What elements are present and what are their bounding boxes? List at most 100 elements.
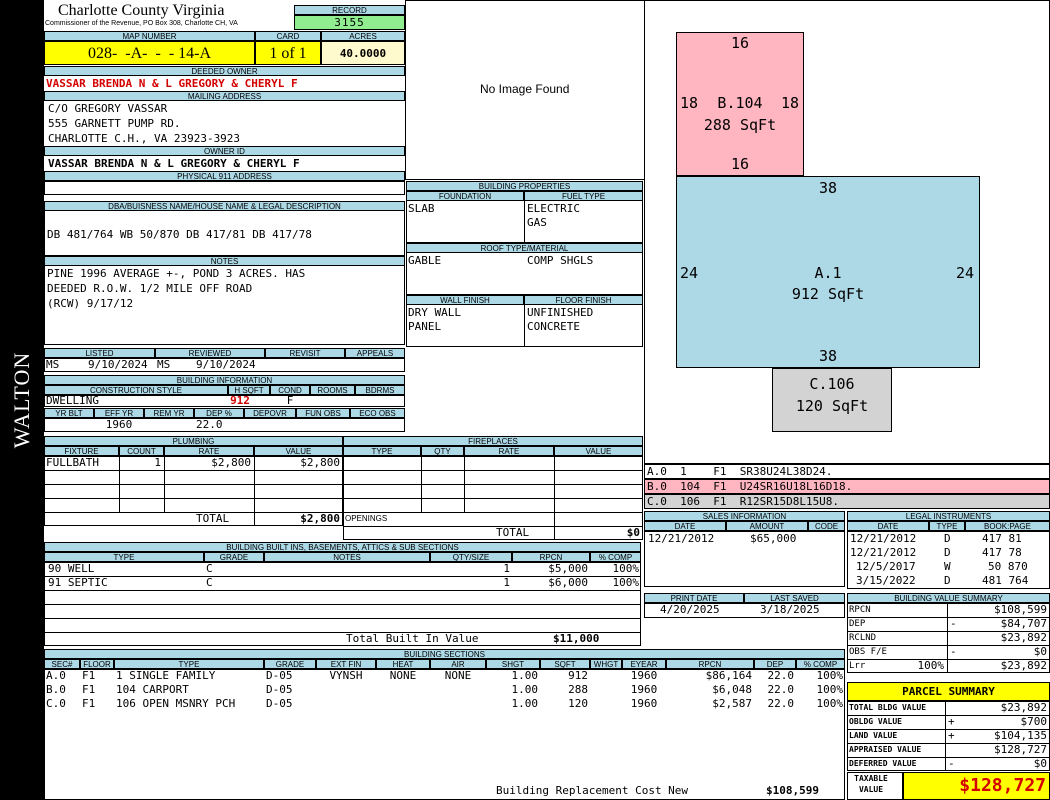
floor-finish-2: CONCRETE [527,320,580,333]
deeded-owner-label: DEEDED OWNER [44,66,405,76]
section-row-2-type: 106 OPEN MSNRY PCH [116,697,236,710]
reviewed-date: 9/10/2024 [196,358,256,371]
builtins-rowline-5 [44,632,641,633]
depreciation-pct: 22.0 [196,418,223,431]
legal-type-2: D [944,546,951,559]
sections-col-12: DEP [754,659,796,669]
section-row-1-sqft: 288 [568,683,588,696]
sketch-code-c: C.0 106 F1 R12SR15D8L15U8. [644,494,1050,509]
effective-year: 1960 [105,418,133,431]
builtins-rowline-1 [44,576,641,577]
section-row-1-shgt: 1.00 [511,683,539,696]
sales-amount: $65,000 [750,532,797,545]
vs-value-5: $23,892 [1000,659,1047,672]
fp-col-value: VALUE [554,446,643,456]
plumbing-rowline-1 [44,470,343,471]
section-row-2-floor: F1 [82,697,96,710]
section-row-1-dep: 22.0 [767,683,795,696]
sections-col-10: EYEAR [622,659,666,669]
mailing-label: MAILING ADDRESS [44,91,405,101]
bi-col-effyr: EFF YR [94,408,144,418]
builtins-label: BUILDING BUILT INS, BASEMENTS, ATTICS & … [44,542,641,552]
section-row-1-sec: B.0 [46,683,66,696]
section-row-0-heat: NONE [389,669,417,682]
sales-label: SALES INFORMATION [644,511,845,521]
section-row-2-eyear: 1960 [630,697,658,710]
plumbing-col-rate: RATE [164,446,254,456]
c106-sqft: 120 SqFt [795,397,869,415]
card-label: CARD [255,31,321,41]
notes-box [44,266,405,345]
a1-sqft: 912 SqFt [791,285,865,303]
bi-col-depovr: DEPOVR [244,408,296,418]
county-subtitle: Commissioner of the Revenue, PO Box 308,… [45,20,238,27]
parcel-label-4: APPRAISED VALUE [849,745,922,754]
print-date-label: PRINT DATE [644,593,744,603]
builtins-col-grade: GRADE [204,552,264,562]
bi-col-ecoobs: ECO OBS [350,408,405,418]
legal-col-date: DATE [847,521,929,531]
building-info-label: BUILDING INFORMATION [44,375,405,385]
builtins-col-notes: NOTES [264,552,430,562]
value-summary-label: BUILDING VALUE SUMMARY [847,593,1050,603]
builtins-col-rpcn: RPCN [512,552,590,562]
record-label: RECORD [294,5,405,15]
fp-col-rate: RATE [464,446,554,456]
sales-col-amount: AMOUNT [726,521,808,531]
roof-box [406,252,643,295]
mailing-line-1: C/O GREGORY VASSAR [48,102,168,115]
heated-sqft: 912 [230,394,250,407]
sketch-code-a: A.0 1 F1 SR38U24L38D24. [644,464,1050,479]
sales-col-code: CODE [808,521,845,531]
section-row-0-shgt: 1.00 [511,669,539,682]
section-row-1-grade: D-05 [266,683,293,696]
listed-date: 9/10/2024 [88,358,148,371]
section-row-2-sqft: 120 [568,697,588,710]
deeded-owner: VASSAR BRENDA N & L GREGORY & CHERYL F [46,77,298,90]
sections-col-8: SQFT [540,659,590,669]
plumbing-value: $2,800 [300,456,340,469]
section-row-0-air: NONE [444,669,472,682]
sections-col-0: SEC# [44,659,80,669]
fp-col-type: TYPE [343,446,421,456]
fp-total-label: TOTAL [496,526,530,539]
finish-divider [524,304,525,347]
bi-col-bdrms: BDRMS [355,385,405,395]
map-label: MAP NUMBER [44,31,255,41]
plumbing-col-fixture: FIXTURE [44,446,119,456]
plumbing-total: $2,800 [300,512,340,525]
wall-finish-2: PANEL [408,320,442,333]
taxable-value: $128,727 [903,772,1050,800]
owner-id-label: OWNER ID [44,146,405,156]
section-row-0-grade: D-05 [266,669,293,682]
floor-finish-1: UNFINISHED [527,306,594,319]
vs-label-3: RCLND [849,633,877,643]
vs-label-5: Lrr [849,661,866,671]
legal-book-1: 417 81 [982,532,1022,545]
sections-col-7: SHGT [486,659,540,669]
physical-address-label: PHYSICAL 911 ADDRESS [44,171,405,181]
vs-label-2: DEP [849,619,866,629]
sections-col-11: RPCN [666,659,754,669]
replacement-cost: $108,599 [766,784,819,797]
last-saved-label: LAST SAVED [744,593,845,603]
vs-label-4: OBS F/E [849,647,887,657]
owner-id: VASSAR BRENDA N & L GREGORY & CHERYL F [48,157,300,170]
section-row-1-rpcn: $6,048 [712,683,752,696]
bi-col-yrblt: YR BLT [44,408,94,418]
replacement-cost-label: Building Replacement Cost New [496,784,689,797]
section-row-2-dep: 22.0 [767,697,795,710]
print-date: 4/20/2025 [660,603,720,616]
section-row-2-sec: C.0 [46,697,66,710]
reviewed-label: REVIEWED [155,348,265,358]
builtins-rowline-4 [44,618,641,619]
section-row-0-rpcn: $86,164 [705,669,752,682]
appeals-label: APPEALS [345,348,405,358]
fireplaces-label: FIREPLACES [343,436,643,446]
section-row-1-type: 104 CARPORT [116,683,189,696]
condition: F [286,394,294,407]
county-name: Charlotte County Virginia [58,2,225,19]
section-row-0-sec: A.0 [46,669,66,682]
mailing-line-3: CHARLOTTE C.H., VA 23923-3923 [48,132,241,145]
bi-col-funobs: FUN OBS [296,408,350,418]
